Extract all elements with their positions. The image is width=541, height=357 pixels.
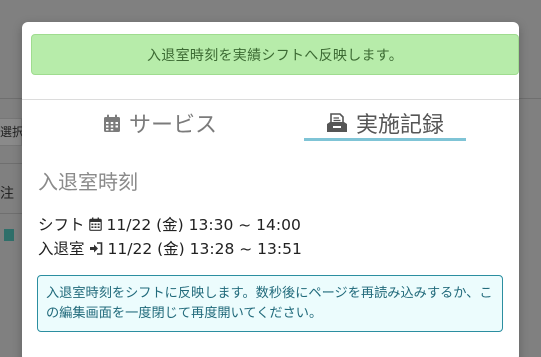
background-header-label: 注	[0, 186, 14, 202]
document-icon	[326, 113, 348, 133]
room-time: 11/22 (金) 13:28 ~ 13:51	[107, 240, 302, 258]
background-select-label: 選択	[0, 125, 25, 139]
modal-divider	[22, 99, 519, 100]
info-alert-text: 入退室時刻をシフトに反映します。数秒後にページを再読み込みするか、この編集画面を…	[46, 286, 493, 321]
tab-services[interactable]: サービス	[50, 106, 270, 140]
tab-records-label: 実施記録	[355, 113, 444, 138]
room-row: 入退室 11/22 (金) 13:28 ~ 13:51	[38, 237, 302, 259]
success-alert: 入退室時刻を実績シフトへ反映します。	[31, 34, 519, 75]
sign-in-icon	[89, 241, 103, 255]
edit-modal: 入退室時刻を実績シフトへ反映します。 サービス 実施記録 入退室時刻 シフト 1…	[22, 22, 519, 357]
background-divider	[0, 163, 22, 164]
calendar-icon	[88, 217, 102, 231]
room-label: 入退室	[38, 240, 85, 258]
background-divider	[519, 98, 541, 99]
background-divider	[0, 98, 22, 99]
background-status-marker	[4, 229, 14, 241]
info-alert: 入退室時刻をシフトに反映します。数秒後にページを再読み込みするか、この編集画面を…	[37, 275, 503, 332]
active-tab-indicator	[304, 138, 466, 141]
success-alert-text: 入退室時刻を実績シフトへ反映します。	[147, 47, 403, 64]
calendar-icon	[103, 114, 121, 133]
background-divider	[0, 213, 22, 214]
tab-services-label: サービス	[128, 113, 217, 138]
section-title: 入退室時刻	[38, 170, 138, 194]
shift-row: シフト 11/22 (金) 13:30 ~ 14:00	[38, 213, 301, 235]
shift-time: 11/22 (金) 13:30 ~ 14:00	[106, 216, 301, 234]
shift-label: シフト	[38, 216, 85, 234]
tab-records[interactable]: 実施記録	[304, 106, 466, 140]
